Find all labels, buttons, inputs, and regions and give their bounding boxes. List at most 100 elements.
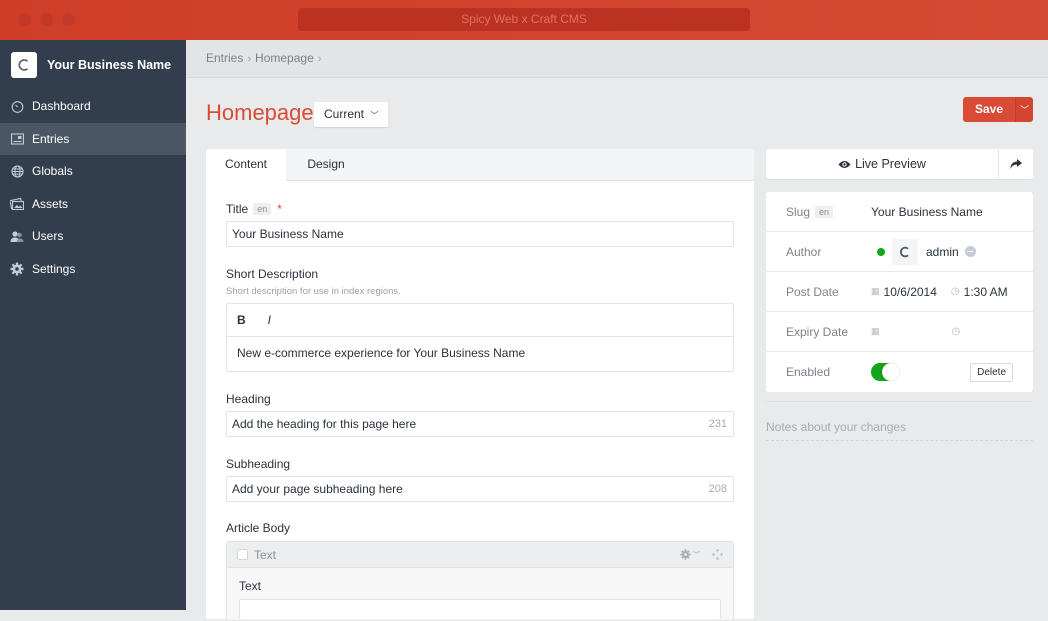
article-body-field: Article Body Text ﹀ Text [226,521,734,621]
breadcrumb-separator-icon: › [247,53,252,65]
chevron-down-icon: ﹀ [693,551,700,559]
bold-button[interactable]: B [237,313,246,327]
sidebar-item-label: Users [32,229,64,244]
heading-field: Heading Add the heading for this page he… [226,392,734,437]
block-header: Text ﹀ [227,542,733,568]
char-counter: 208 [708,483,727,495]
slug-row: Slug en Your Business Name [766,192,1033,232]
chevron-down-icon: ﹀ [1019,105,1029,115]
title-field: Title en * Your Business Name [226,202,734,247]
required-icon: * [277,202,282,216]
minimize-window-button[interactable] [40,13,53,26]
sidebar-item-label: Settings [32,261,76,276]
sidebar-item-globals[interactable]: Globals [0,155,186,188]
enabled-row: Enabled Delete [766,352,1033,392]
breadcrumb-entries[interactable]: Entries [206,51,243,65]
enabled-label: Enabled [786,365,831,379]
author-avatar [892,238,918,265]
block-select-checkbox[interactable] [237,549,248,560]
live-preview-button[interactable]: Live Preview [766,149,999,179]
short-description-input[interactable]: New e-commerce experience for Your Busin… [227,337,733,371]
sidebar-item-dashboard[interactable]: Dashboard [0,90,186,123]
assets-icon [10,197,24,211]
main-content: Entries › Homepage › Homepage Current ﹀ Sav… [186,40,1048,621]
block-settings-button[interactable]: ﹀ [680,549,700,560]
locale-badge: en [253,203,272,215]
live-preview-bar: Live Preview [766,149,1033,179]
enabled-toggle[interactable] [871,363,900,381]
remove-author-icon[interactable] [964,246,976,257]
post-date-input[interactable]: 10/6/2014 [884,285,937,299]
page-title: Homepage [206,100,314,125]
notes-section: Notes about your changes [766,401,1033,441]
notes-input[interactable]: Notes about your changes [766,420,1033,441]
expiry-date-row: Expiry Date ▦ ◷ [766,312,1033,352]
post-time-input[interactable]: 1:30 AM [964,285,1008,299]
save-options-button[interactable]: ﹀ [1015,97,1033,122]
sidebar-item-settings[interactable]: Settings [0,253,186,286]
breadcrumb-separator-icon: › [317,53,322,65]
delete-button[interactable]: Delete [970,363,1013,382]
post-date-row: Post Date ▦ 10/6/2014 ◷ 1:30 AM [766,272,1033,312]
clock-icon: ◷ [950,286,960,297]
short-description-label: Short Description [226,267,319,281]
calendar-icon: ▦ [871,286,880,296]
article-body-label: Article Body [226,521,291,535]
slug-input[interactable]: Your Business Name [871,205,983,219]
title-input[interactable]: Your Business Name [226,221,734,247]
sidebar-item-assets[interactable]: Assets [0,188,186,221]
short-description-editor: B I New e-commerce experience for Your B… [226,303,734,372]
heading-value: Add the heading for this page here [232,417,417,431]
entries-icon [10,132,24,146]
short-description-hint: Short description for use in index regio… [226,286,401,297]
share-icon [1010,159,1022,169]
sidebar-item-label: Globals [32,164,73,179]
move-handle-icon[interactable] [712,549,723,560]
breadcrumb: Entries › Homepage › [186,40,1048,78]
entry-editor: Content Design Title en * Your Business … [206,149,754,621]
italic-button[interactable]: I [268,313,271,327]
short-description-field: Short Description Short description for … [226,267,734,372]
revision-dropdown[interactable]: Current ﹀ [314,102,389,127]
maximize-window-button[interactable] [62,13,75,26]
subheading-input[interactable]: Add your page subheading here 208 [226,476,734,502]
post-date-label: Post Date [786,284,839,299]
site-name: Your Business Name [47,58,172,72]
locale-badge: en [815,205,834,218]
char-counter: 231 [708,418,727,430]
block-field-label: Text [239,579,262,593]
tab-content[interactable]: Content [206,149,286,181]
tab-bar: Content Design [206,149,754,181]
sidebar-item-entries[interactable]: Entries [0,122,186,155]
sidebar-item-users[interactable]: Users [0,220,186,253]
eye-icon [838,160,851,168]
save-button[interactable]: Save [962,97,1015,122]
users-icon [10,229,24,243]
revision-label: Current [324,107,365,121]
share-button[interactable] [999,149,1033,179]
breadcrumb-homepage[interactable]: Homepage [255,51,314,65]
calendar-icon[interactable]: ▦ [871,326,880,337]
block-text-input[interactable] [239,599,721,619]
clock-icon[interactable]: ◷ [952,326,961,337]
slug-label: Slug [786,204,811,219]
chevron-down-icon: ﹀ [370,111,379,120]
gear-icon [10,262,24,276]
heading-label: Heading [226,392,271,406]
brand[interactable]: Your Business Name [11,52,171,78]
save-button-group: Save ﹀ [962,97,1033,122]
status-dot-icon [877,247,885,256]
heading-input[interactable]: Add the heading for this page here 231 [226,411,734,437]
sidebar-item-label: Assets [32,196,69,211]
subheading-value: Add your page subheading here [232,482,403,496]
sidebar-item-label: Entries [32,131,70,146]
dashboard-icon [10,99,24,113]
sidebar: Your Business Name Dashboard Entries Glo… [0,40,186,610]
globe-icon [10,164,24,178]
tab-design[interactable]: Design [286,149,366,180]
author-name[interactable]: admin [926,245,959,259]
address-bar[interactable]: Spicy Web x Craft CMS [298,8,750,31]
sidebar-item-label: Dashboard [32,99,91,114]
close-window-button[interactable] [18,13,31,26]
sidebar-nav: Dashboard Entries Globals Assets Users S… [0,90,186,285]
